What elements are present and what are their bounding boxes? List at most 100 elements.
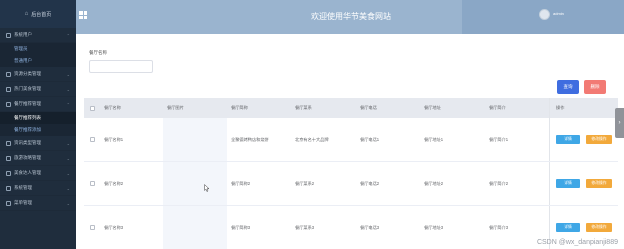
mouse-cursor-icon [204, 184, 210, 192]
row-actions: 详情 修改操作 [549, 118, 618, 161]
table-cell-address: 餐厅地址1 [424, 136, 444, 142]
table-cell-address: 餐厅地址3 [424, 224, 444, 230]
restaurant-name-input[interactable] [89, 60, 153, 73]
sidebar-menu: 系统用户 ⌃ 管理员 普通用户 资源分类管理 ⌄ 热门美食管理 ⌄ 餐厅推荐管理 ⌃ 餐厅推荐列表餐… [0, 28, 76, 211]
menu-icon [6, 140, 11, 146]
table-cell-address: 餐厅地址2 [424, 180, 444, 186]
detail-button[interactable]: 详情 [556, 179, 580, 188]
chevron-down-icon: ⌄ [66, 200, 70, 206]
menu-icon [6, 86, 11, 92]
edit-button[interactable]: 修改操作 [586, 179, 612, 188]
sidebar-item-label: 餐厅推荐管理 [14, 101, 41, 106]
table-cell-cuisine: 餐厅菜系3 [295, 224, 315, 230]
detail-button[interactable]: 详情 [556, 223, 580, 232]
restaurant-table: 餐厅名称 餐厅图片 餐厅简称 餐厅菜系 餐厅电话 餐厅地址 餐厅简介 操作 餐厅… [84, 98, 618, 249]
home-icon: ⌂ [24, 11, 29, 17]
column-header[interactable]: 餐厅电话 [356, 105, 420, 111]
column-header[interactable]: 餐厅简介 [485, 105, 549, 111]
filter-label: 餐厅名称 [89, 50, 107, 55]
row-actions: 详情 修改操作 [549, 162, 618, 205]
row-checkbox[interactable] [84, 137, 100, 142]
table-cell-name: 餐厅名称2 [104, 180, 124, 186]
avatar[interactable] [539, 9, 550, 20]
search-button[interactable]: 查询 [557, 80, 579, 94]
menu-icon [6, 155, 11, 161]
sidebar-menu-item[interactable]: 旅游攻略管理 ⌄ [0, 151, 76, 166]
row-checkbox[interactable] [84, 225, 100, 230]
chevron-down-icon: ⌄ [66, 170, 70, 176]
table-cell-cuisine: 餐厅菜系2 [295, 180, 315, 186]
sidebar-item-label: 美食达人管理 [14, 170, 41, 175]
table-cell-intro: 餐厅简介2 [489, 180, 509, 186]
sidebar: ⌂ 后台首页 系统用户 ⌃ 管理员 普通用户资源分类管理 ⌄ 热门美食管理 ⌄ 餐厅推荐管理 ⌃… [0, 0, 76, 249]
menu-icon [6, 101, 11, 107]
column-header[interactable]: 餐厅图片 [163, 98, 227, 118]
table-cell-image [163, 118, 227, 161]
sidebar-menu-item[interactable]: 系统管理 ⌄ [0, 181, 76, 196]
site-title: 欢迎使用华节美食网站 [311, 12, 391, 21]
side-panel-toggle[interactable]: › [615, 108, 624, 138]
chevron-down-icon: ⌄ [66, 71, 70, 77]
chevron-up-icon: ⌃ [66, 101, 70, 107]
table-cell-image [163, 162, 227, 205]
sidebar-menu-item[interactable]: 菜单管理 ⌄ [0, 196, 76, 211]
detail-button[interactable]: 详情 [556, 135, 580, 144]
table-cell-phone: 餐厅电话1 [360, 136, 380, 142]
table-cell-phone: 餐厅电话3 [360, 224, 380, 230]
delete-button[interactable]: 删除 [584, 80, 606, 94]
brand-label: 后台首页 [31, 11, 52, 18]
sidebar-item-label: 资讯类型管理 [14, 140, 41, 145]
sidebar-sub-item[interactable]: 餐厅推荐添加 [0, 124, 76, 136]
admin-app: ⌂ 后台首页 系统用户 ⌃ 管理员 普通用户资源分类管理 ⌄ 热门美食管理 ⌄ 餐厅推荐管理 ⌃… [0, 0, 624, 249]
sidebar-sub-item[interactable]: 餐厅推荐列表 [0, 112, 76, 124]
sidebar-menu-item[interactable]: 资讯类型管理 ⌄ [0, 136, 76, 151]
row-checkbox[interactable] [84, 181, 100, 186]
sidebar-menu-item[interactable]: 美食达人管理 ⌄ [0, 166, 76, 181]
sidebar-menu-item[interactable]: 热门美食管理 ⌄ [0, 82, 76, 97]
sidebar-item-label: 菜单管理 [14, 200, 32, 205]
table-cell-short: 全聚德烤鸭店和烧饼 [231, 136, 269, 142]
chevron-down-icon: ⌄ [66, 140, 70, 146]
column-header[interactable]: 餐厅菜系 [291, 105, 356, 111]
sidebar-sub-item[interactable]: 普通用户 [0, 55, 76, 67]
table-cell-cuisine: 北京有名十大品牌 [295, 136, 329, 142]
select-all-checkbox[interactable] [84, 105, 100, 111]
table-cell-image [163, 206, 227, 249]
column-header[interactable]: 餐厅地址 [420, 105, 485, 111]
username[interactable]: admin [553, 11, 564, 16]
sidebar-item-label: 资源分类管理 [14, 71, 41, 76]
user-zone[interactable]: admin [462, 0, 624, 34]
menu-toggle-icon[interactable] [79, 11, 87, 19]
sidebar-brand[interactable]: ⌂ 后台首页 [0, 0, 76, 28]
sidebar-menu-item[interactable]: 资源分类管理 ⌄ [0, 67, 76, 82]
top-header: 欢迎使用华节美食网站 admin [76, 0, 624, 34]
table-cell-name: 餐厅名称1 [104, 136, 124, 142]
sidebar-menu-item[interactable]: 餐厅推荐管理 ⌃ [0, 97, 76, 112]
sidebar-sub-item[interactable]: 管理员 [0, 43, 76, 55]
sidebar-item-label: 系统用户 [14, 32, 32, 37]
menu-icon [6, 170, 11, 176]
column-header[interactable]: 餐厅简称 [227, 105, 291, 111]
column-header[interactable]: 餐厅名称 [100, 105, 163, 111]
table-header: 餐厅名称 餐厅图片 餐厅简称 餐厅菜系 餐厅电话 餐厅地址 餐厅简介 操作 [84, 98, 618, 118]
chevron-down-icon: ⌄ [66, 86, 70, 92]
table-body: 餐厅名称1 全聚德烤鸭店和烧饼 北京有名十大品牌 餐厅电话1 餐厅地址1 餐厅简介1 详情修… [84, 118, 618, 249]
chevron-up-icon: ⌃ [66, 32, 70, 38]
sidebar-item-label: 系统管理 [14, 185, 32, 190]
table-cell-phone: 餐厅电话2 [360, 180, 380, 186]
chevron-down-icon: ⌄ [66, 185, 70, 191]
main-content: 餐厅名称 查询 删除 餐厅名称 餐厅图片 餐厅简称 餐厅菜系 餐厅电话 餐厅地址… [76, 34, 624, 249]
sidebar-item-label: 旅游攻略管理 [14, 155, 41, 160]
edit-button[interactable]: 修改操作 [586, 135, 612, 144]
edit-button[interactable]: 修改操作 [586, 223, 612, 232]
table-row: 餐厅名称2 餐厅简称2 餐厅菜系2 餐厅电话2 餐厅地址2 餐厅简介2 详情 修改操作 [84, 162, 618, 206]
table-cell-intro: 餐厅简介3 [489, 224, 509, 230]
menu-icon [6, 200, 11, 206]
table-cell-short: 餐厅简称3 [231, 224, 251, 230]
sidebar-menu-item[interactable]: 系统用户 ⌃ [0, 28, 76, 43]
sidebar-item-label: 热门美食管理 [14, 86, 41, 91]
chevron-down-icon: ⌄ [66, 155, 70, 161]
table-cell-short: 餐厅简称2 [231, 180, 251, 186]
table-cell-name: 餐厅名称3 [104, 224, 124, 230]
column-header: 操作 [549, 98, 618, 118]
